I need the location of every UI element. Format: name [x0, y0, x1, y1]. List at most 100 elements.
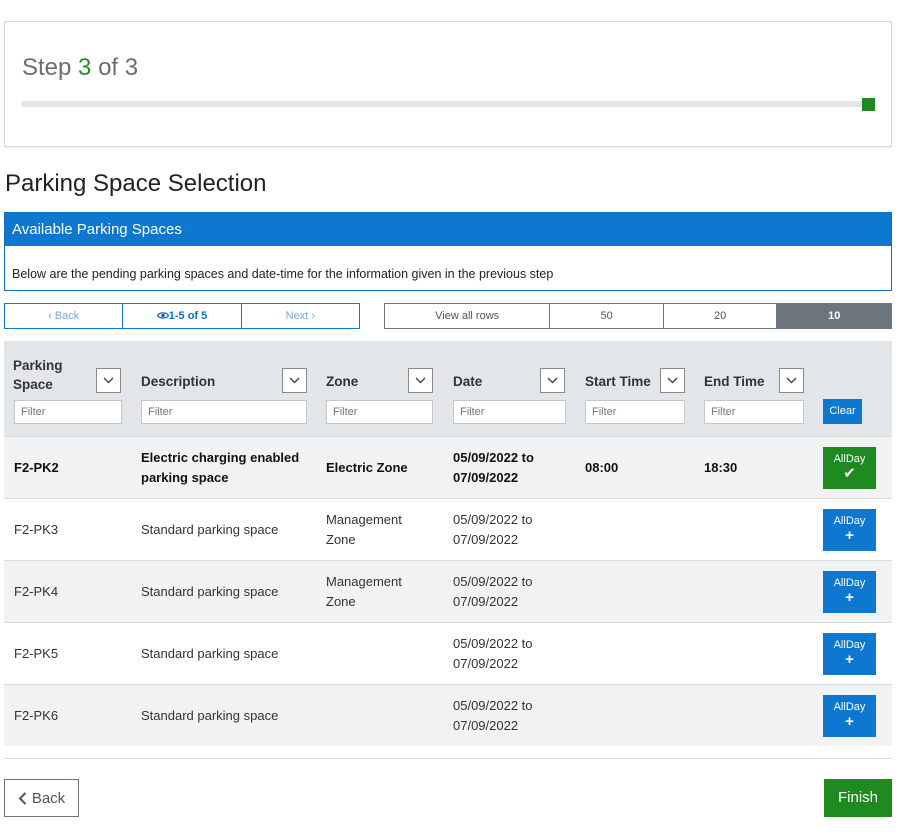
rows-per-page-selector: View all rows 50 20 10	[384, 303, 892, 329]
filter-description[interactable]	[141, 400, 307, 424]
cell-date: 05/09/2022 to 07/09/2022	[453, 450, 534, 485]
step-word: Step	[22, 54, 72, 81]
step-indicator: Step 3 of 3	[22, 54, 138, 82]
step-total: 3	[124, 54, 139, 81]
cell-description: Standard parking space	[141, 646, 279, 661]
cell-space: F2-PK2	[14, 460, 59, 475]
pager-next-label: Next	[285, 310, 309, 322]
col-menu-start-time[interactable]	[660, 368, 685, 393]
allday-label: AllDay	[833, 515, 866, 527]
col-menu-end-time[interactable]	[779, 368, 804, 393]
step-current: 3	[78, 54, 92, 81]
progress-marker	[862, 98, 875, 111]
rows-option-20[interactable]: 20	[664, 304, 778, 328]
col-header-zone[interactable]: Zone	[326, 372, 358, 391]
chevron-down-icon	[547, 377, 558, 384]
table-row[interactable]: F2-PK6 Standard parking space 05/09/2022…	[4, 684, 892, 746]
chevron-left-icon	[18, 791, 27, 805]
table-row[interactable]: F2-PK5 Standard parking space 05/09/2022…	[4, 622, 892, 684]
page-title: Parking Space Selection	[5, 170, 267, 197]
col-header-date[interactable]: Date	[453, 372, 482, 391]
plus-icon: +	[845, 651, 854, 668]
allday-add-button[interactable]: AllDay +	[823, 695, 876, 737]
panel-description: Below are the pending parking spaces and…	[12, 267, 554, 281]
plus-icon: +	[845, 527, 854, 544]
col-header-start-time[interactable]: Start Time	[585, 372, 651, 391]
cell-space: F2-PK6	[14, 708, 59, 723]
col-menu-description[interactable]	[282, 368, 307, 393]
col-menu-zone[interactable]	[408, 368, 433, 393]
table-row[interactable]: F2-PK4 Standard parking space Management…	[4, 560, 892, 622]
cell-description: Electric charging enabled parking space	[141, 450, 300, 485]
chevron-down-icon	[786, 377, 797, 384]
filter-end-time[interactable]	[704, 400, 804, 424]
pager-back-button[interactable]: ‹ Back	[5, 304, 122, 328]
pager-back-label: Back	[54, 310, 80, 322]
panel-heading: Available Parking Spaces	[5, 213, 891, 246]
col-menu-date[interactable]	[540, 368, 565, 393]
col-menu-parking-space[interactable]	[96, 368, 121, 393]
eye-icon	[156, 312, 169, 319]
chevron-down-icon	[289, 377, 300, 384]
allday-selected-button[interactable]: AllDay ✔	[823, 447, 876, 489]
filter-parking-space[interactable]	[14, 400, 122, 424]
chevron-down-icon	[667, 377, 678, 384]
progress-track	[22, 101, 876, 107]
rows-option-10[interactable]: 10	[777, 304, 891, 328]
chevron-right-icon: ›	[311, 310, 315, 322]
chevron-down-icon	[415, 377, 426, 384]
check-icon: ✔	[843, 465, 856, 482]
cell-date: 05/09/2022 to 07/09/2022	[453, 574, 533, 609]
cell-start-time: 08:00	[585, 460, 619, 475]
allday-label: AllDay	[833, 577, 866, 589]
step-of: of	[98, 54, 119, 81]
step-progress-panel: Step 3 of 3	[4, 21, 892, 147]
available-spaces-panel: Available Parking Spaces Below are the p…	[4, 212, 892, 291]
allday-label: AllDay	[833, 639, 866, 651]
parking-grid: Parking Space Description Zone Date Star…	[4, 341, 892, 746]
cell-date: 05/09/2022 to 07/09/2022	[453, 698, 533, 733]
cell-zone: Management Zone	[326, 512, 402, 547]
pager-range: 1-5 of 5	[122, 304, 242, 328]
filter-start-time[interactable]	[585, 400, 685, 424]
allday-add-button[interactable]: AllDay +	[823, 633, 876, 675]
col-header-end-time[interactable]: End Time	[704, 372, 765, 391]
cell-description: Standard parking space	[141, 522, 279, 537]
cell-end-time: 18:30	[704, 460, 738, 475]
filter-date[interactable]	[453, 400, 566, 424]
cell-description: Standard parking space	[141, 708, 279, 723]
cell-space: F2-PK5	[14, 646, 59, 661]
chevron-left-icon: ‹	[48, 310, 52, 322]
chevron-down-icon	[103, 377, 114, 384]
cell-space: F2-PK4	[14, 584, 59, 599]
finish-button[interactable]: Finish	[824, 779, 892, 817]
progress-fill	[22, 101, 876, 107]
pager-next-button[interactable]: Next ›	[242, 304, 359, 328]
back-button-label: Back	[31, 789, 66, 807]
clear-filters-button[interactable]: Clear	[823, 399, 862, 424]
col-header-parking-space[interactable]: Parking Space	[13, 356, 93, 394]
plus-icon: +	[845, 589, 854, 606]
pagination: ‹ Back 1-5 of 5 Next ›	[4, 303, 360, 329]
rows-option-all[interactable]: View all rows	[385, 304, 551, 328]
back-button[interactable]: Back	[4, 779, 79, 817]
cell-zone: Electric Zone	[326, 460, 408, 475]
grid-header: Parking Space Description Zone Date Star…	[4, 341, 892, 436]
table-row[interactable]: F2-PK2 Electric charging enabled parking…	[4, 436, 892, 498]
col-header-description[interactable]: Description	[141, 372, 215, 391]
plus-icon: +	[845, 713, 854, 730]
cell-date: 05/09/2022 to 07/09/2022	[453, 636, 533, 671]
allday-add-button[interactable]: AllDay +	[823, 571, 876, 613]
table-row[interactable]: F2-PK3 Standard parking space Management…	[4, 498, 892, 560]
cell-description: Standard parking space	[141, 584, 279, 599]
cell-date: 05/09/2022 to 07/09/2022	[453, 512, 533, 547]
allday-label: AllDay	[833, 453, 866, 465]
allday-add-button[interactable]: AllDay +	[823, 509, 876, 551]
filter-zone[interactable]	[326, 400, 433, 424]
pager-range-label: 1-5 of 5	[168, 310, 208, 322]
rows-option-50[interactable]: 50	[550, 304, 664, 328]
allday-label: AllDay	[833, 701, 866, 713]
footer-divider	[4, 758, 892, 759]
cell-zone: Management Zone	[326, 574, 402, 609]
cell-space: F2-PK3	[14, 522, 59, 537]
